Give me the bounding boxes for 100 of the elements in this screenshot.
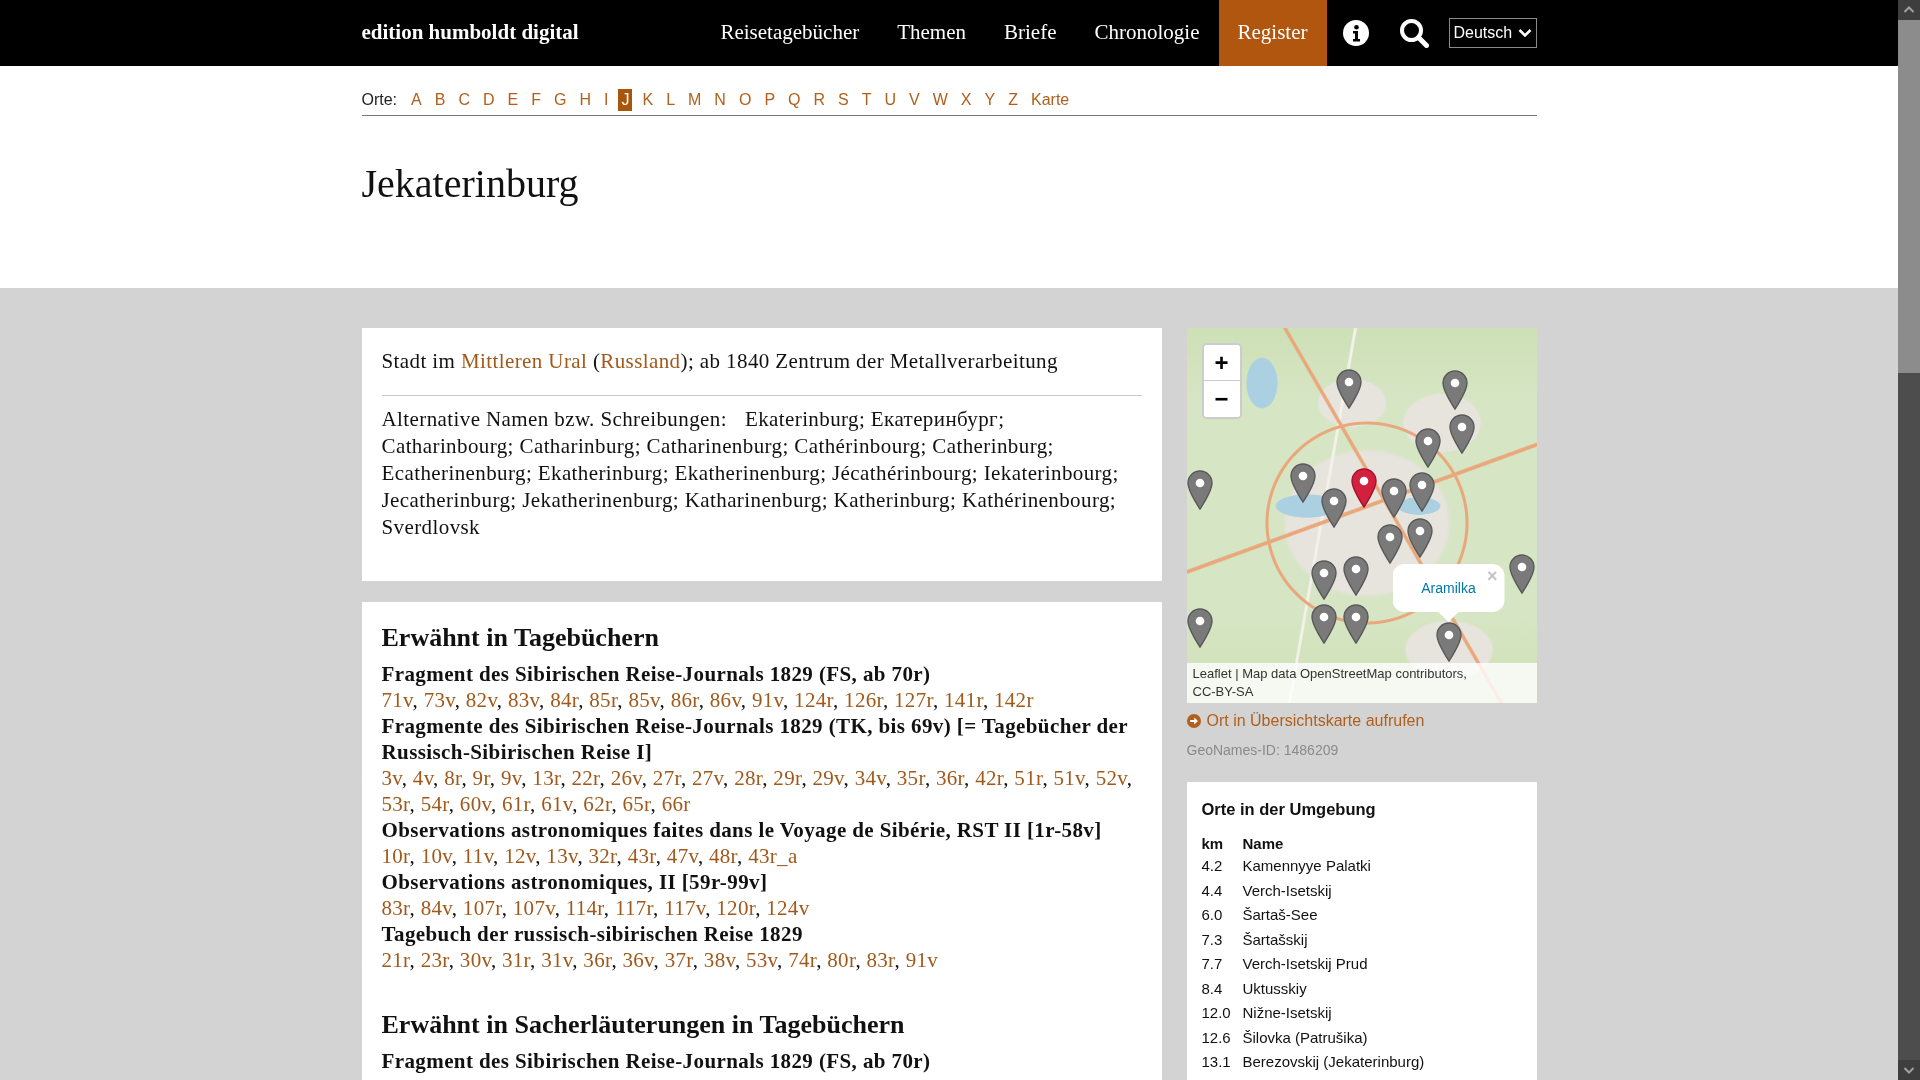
- folio-link[interactable]: 107v: [512, 896, 555, 920]
- folio-link[interactable]: 8r: [444, 766, 462, 790]
- folio-link[interactable]: 85v: [628, 688, 660, 712]
- letter-link[interactable]: T: [858, 89, 875, 111]
- folio-link[interactable]: 91v: [751, 688, 783, 712]
- folio-link[interactable]: 124r: [794, 688, 833, 712]
- folio-link[interactable]: 13v: [546, 844, 578, 868]
- site-logo-text[interactable]: edition humboldt digital: [361, 17, 579, 49]
- letter-link[interactable]: G: [551, 89, 570, 111]
- folio-link[interactable]: 61v: [541, 792, 573, 816]
- folio-link[interactable]: 53r: [381, 792, 410, 816]
- folio-link[interactable]: 53v: [746, 948, 778, 972]
- nearby-place-link[interactable]: Kamennyye Palatki: [1242, 857, 1371, 874]
- map-marker-icon[interactable]: [1186, 608, 1213, 648]
- map-marker-icon[interactable]: [1408, 472, 1435, 512]
- map-marker-icon[interactable]: [1406, 518, 1433, 558]
- folio-link[interactable]: 83r: [866, 948, 895, 972]
- folio-link[interactable]: 13r: [532, 766, 561, 790]
- folio-link[interactable]: 42r: [975, 766, 1004, 790]
- scroll-up-icon[interactable]: [1898, 0, 1920, 20]
- attribution-link[interactable]: OpenStreetMap: [1300, 666, 1392, 681]
- folio-link[interactable]: 31v: [541, 948, 573, 972]
- folio-link[interactable]: 9r: [472, 766, 490, 790]
- folio-link[interactable]: 10r: [381, 844, 410, 868]
- folio-link[interactable]: 65r: [622, 792, 651, 816]
- letter-link[interactable]: R: [810, 89, 829, 111]
- folio-link[interactable]: 23r: [420, 948, 449, 972]
- folio-link[interactable]: 66r: [661, 792, 691, 816]
- nearby-place-link[interactable]: Verch-Isetskij: [1242, 881, 1332, 899]
- letter-link[interactable]: V: [906, 89, 923, 111]
- letter-link[interactable]: Z: [1005, 89, 1021, 111]
- nearby-place-link[interactable]: Šilovka (Patrušika): [1242, 1028, 1368, 1046]
- folio-link[interactable]: 71v: [381, 688, 413, 712]
- scroll-down-icon[interactable]: [1898, 1060, 1920, 1080]
- folio-link[interactable]: 12v: [504, 844, 536, 868]
- map-marker-icon[interactable]: [1310, 604, 1337, 644]
- folio-link[interactable]: 51r: [1014, 766, 1043, 790]
- letter-link[interactable]: E: [504, 89, 522, 111]
- folio-link[interactable]: 86v: [709, 688, 741, 712]
- map-marker-icon[interactable]: [1435, 622, 1462, 662]
- place-link[interactable]: Mittleren Ural: [460, 349, 588, 373]
- folio-link[interactable]: 114r: [565, 896, 604, 920]
- folio-link[interactable]: 117r: [614, 896, 653, 920]
- letter-link[interactable]: S: [835, 89, 852, 111]
- folio-link[interactable]: 62r: [583, 792, 612, 816]
- letter-link[interactable]: U: [881, 89, 900, 111]
- folio-link[interactable]: 61r: [502, 792, 531, 816]
- letter-link[interactable]: D: [479, 89, 498, 111]
- folio-link[interactable]: 142r: [994, 688, 1034, 712]
- nav-link[interactable]: Briefe: [985, 0, 1076, 66]
- letter-link[interactable]: J: [618, 89, 633, 111]
- letter-link[interactable]: L: [663, 89, 679, 111]
- letter-link[interactable]: F: [528, 89, 544, 111]
- letter-link[interactable]: M: [685, 89, 705, 111]
- letter-link[interactable]: O: [735, 89, 755, 111]
- folio-link[interactable]: 36v: [622, 948, 654, 972]
- map-marker-icon[interactable]: [1350, 468, 1377, 508]
- letter-link[interactable]: B: [431, 89, 449, 111]
- nearby-place-link[interactable]: Uktusskiy: [1242, 979, 1307, 997]
- letter-link[interactable]: P: [761, 89, 779, 111]
- folio-link[interactable]: 117v: [664, 896, 706, 920]
- nav-link[interactable]: Register: [1218, 0, 1327, 66]
- info-icon[interactable]: [1342, 20, 1369, 46]
- map-marker-icon[interactable]: [1380, 478, 1407, 518]
- folio-link[interactable]: 83v: [507, 688, 539, 712]
- folio-link[interactable]: 36r: [936, 766, 965, 790]
- folio-link[interactable]: 29v: [812, 766, 844, 790]
- folio-link[interactable]: 74r: [788, 948, 817, 972]
- place-link[interactable]: Russland: [600, 349, 681, 373]
- folio-link[interactable]: 22r: [571, 766, 600, 790]
- folio-link[interactable]: 48r: [709, 844, 738, 868]
- nearby-place-link[interactable]: Šartašskij: [1242, 930, 1308, 948]
- folio-link[interactable]: 51v: [1053, 766, 1085, 790]
- map-marker-icon[interactable]: [1441, 370, 1468, 410]
- folio-link[interactable]: 82v: [465, 688, 497, 712]
- folio-link[interactable]: 84r: [550, 688, 579, 712]
- folio-link[interactable]: 11v: [462, 844, 494, 868]
- letter-link[interactable]: N: [711, 89, 729, 111]
- map-marker-icon[interactable]: [1342, 556, 1369, 596]
- folio-link[interactable]: 38v: [703, 948, 735, 972]
- nearby-place-link[interactable]: Nižne-Isetskij: [1242, 1004, 1332, 1021]
- map-marker-icon[interactable]: [1320, 488, 1347, 528]
- folio-link[interactable]: 3v: [381, 766, 402, 790]
- folio-link[interactable]: 107r: [462, 896, 502, 920]
- folio-link[interactable]: 73v: [423, 688, 455, 712]
- folio-link[interactable]: 83r: [381, 896, 410, 920]
- letter-link[interactable]: Karte: [1028, 89, 1073, 111]
- letter-link[interactable]: Q: [785, 89, 804, 111]
- search-icon[interactable]: [1398, 18, 1429, 48]
- folio-link[interactable]: 37r: [664, 948, 693, 972]
- overview-map-link[interactable]: Ort in Übersichtskarte aufrufen: [1186, 711, 1425, 731]
- folio-link[interactable]: 29r: [773, 766, 802, 790]
- nav-link[interactable]: Chronologie: [1075, 0, 1219, 66]
- map-marker-icon[interactable]: [1186, 470, 1213, 510]
- folio-link[interactable]: 60v: [459, 792, 491, 816]
- folio-link[interactable]: 34v: [854, 766, 886, 790]
- folio-link[interactable]: 43r: [627, 844, 656, 868]
- folio-link[interactable]: 47v: [666, 844, 698, 868]
- letter-link[interactable]: W: [929, 89, 951, 111]
- map-marker-icon[interactable]: [1310, 560, 1337, 600]
